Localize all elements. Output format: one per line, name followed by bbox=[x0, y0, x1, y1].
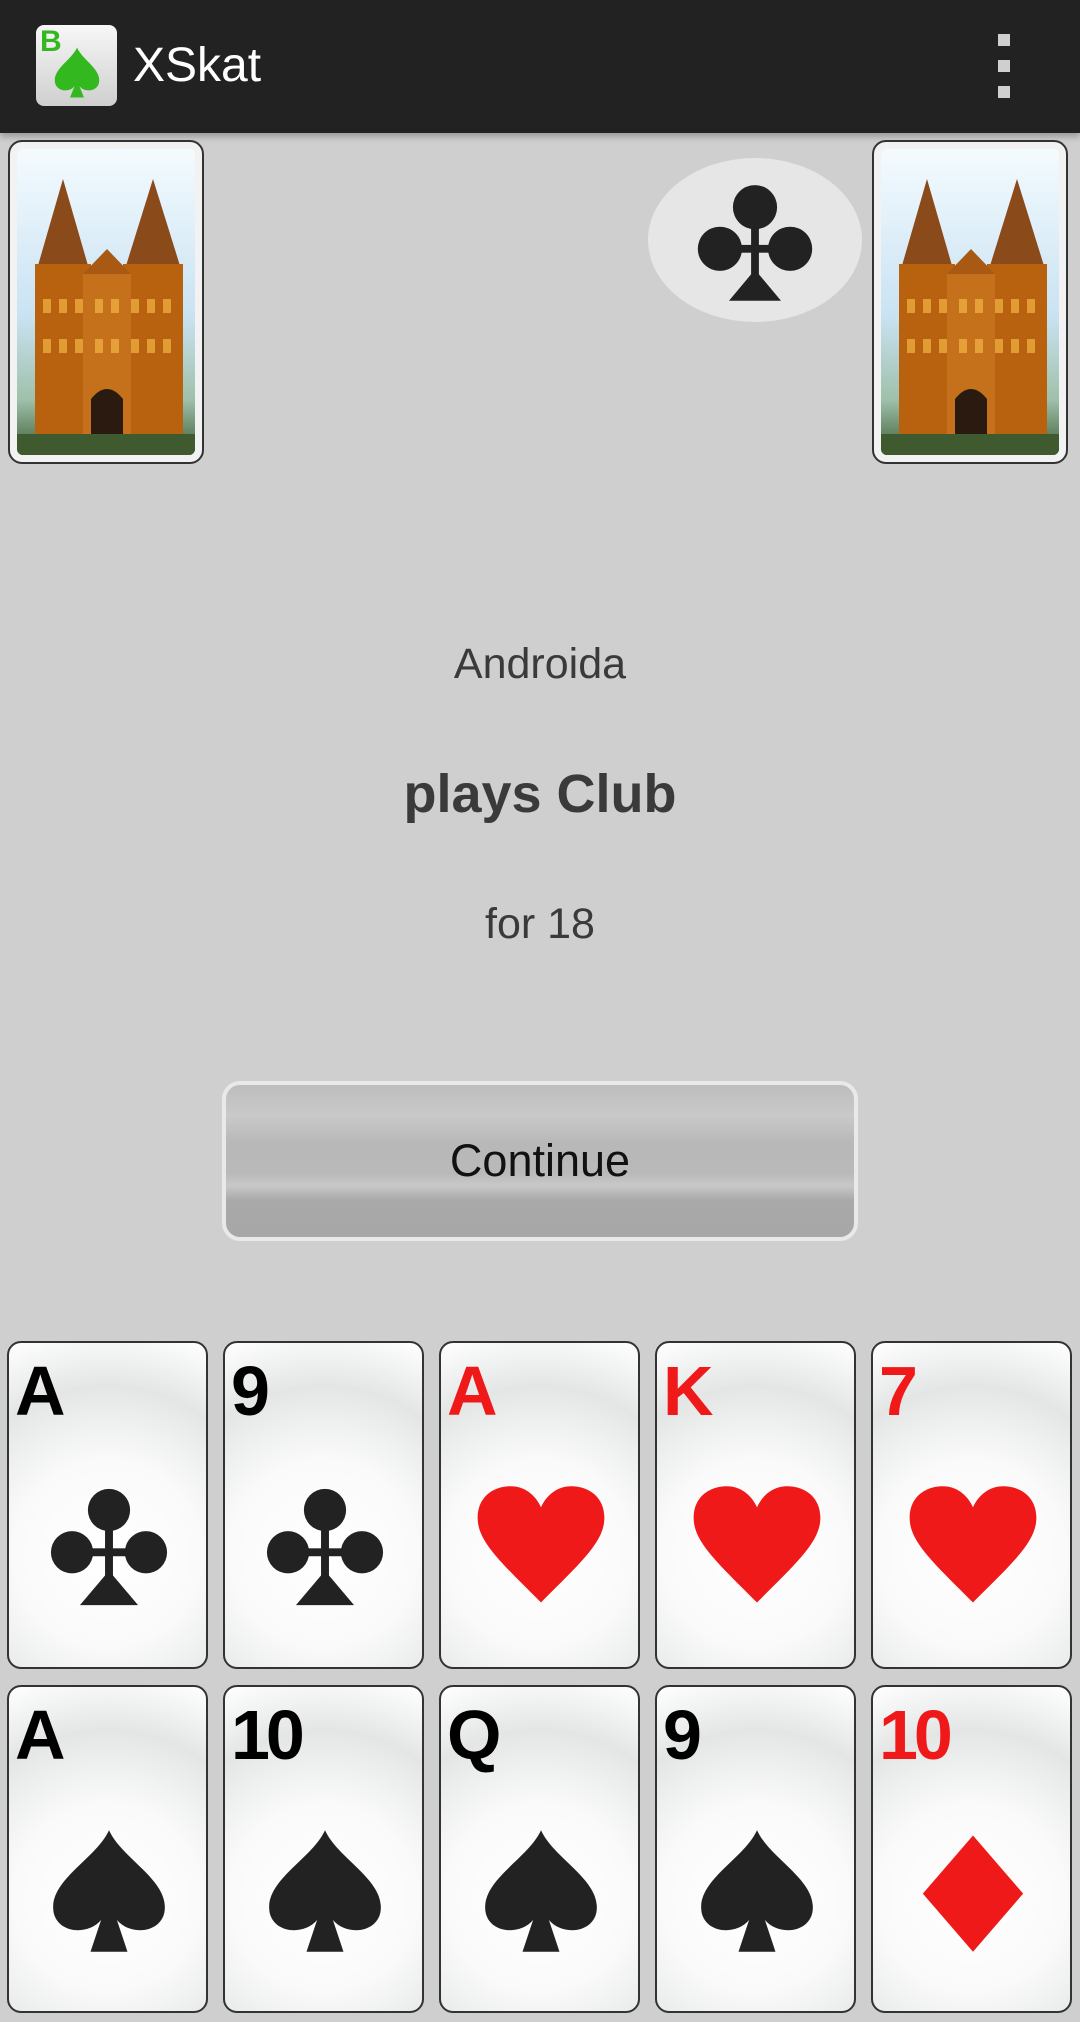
hand-card[interactable]: A bbox=[439, 1341, 640, 1669]
more-vert-icon[interactable] bbox=[985, 34, 1023, 98]
heart-icon bbox=[909, 1486, 1037, 1603]
card-rank: 9 bbox=[663, 1696, 702, 1774]
holstentor-image bbox=[881, 149, 1059, 455]
card-rank: A bbox=[15, 1352, 66, 1430]
card-rank: A bbox=[447, 1352, 498, 1430]
diamond-icon bbox=[922, 1835, 1024, 1952]
hand-card[interactable]: K bbox=[655, 1341, 856, 1669]
spade-icon bbox=[701, 1830, 813, 1952]
hand-card[interactable]: Q bbox=[439, 1685, 640, 2013]
action-bar: B XSkat bbox=[0, 0, 1080, 133]
card-rank: Q bbox=[447, 1696, 501, 1774]
spade-icon bbox=[269, 1830, 381, 1952]
hand-card[interactable]: 10 bbox=[223, 1685, 424, 2013]
card-rank: K bbox=[663, 1352, 714, 1430]
spade-icon bbox=[54, 47, 100, 98]
left-opponent-card-back bbox=[8, 140, 204, 464]
holstentor-image bbox=[17, 149, 195, 455]
card-rank: 7 bbox=[879, 1352, 918, 1430]
card-rank: 10 bbox=[231, 1696, 305, 1774]
bid-value-text: for 18 bbox=[485, 900, 595, 948]
heart-icon bbox=[693, 1486, 821, 1603]
hand-card[interactable]: A bbox=[7, 1341, 208, 1669]
game-screen: B XSkat Androida plays Club for 18 Conti… bbox=[0, 0, 1080, 2022]
spade-icon bbox=[53, 1830, 165, 1952]
continue-button[interactable]: Continue bbox=[222, 1081, 858, 1241]
heart-icon bbox=[477, 1486, 605, 1603]
spade-icon bbox=[485, 1830, 597, 1952]
hand-card[interactable]: 9 bbox=[655, 1685, 856, 2013]
trump-suit-indicator bbox=[648, 158, 862, 322]
xskat-app-icon: B bbox=[36, 25, 117, 106]
right-opponent-card-back bbox=[872, 140, 1068, 464]
hand-card[interactable]: 7 bbox=[871, 1341, 1072, 1669]
card-rank: A bbox=[15, 1696, 66, 1774]
card-rank: 10 bbox=[879, 1696, 953, 1774]
card-rank: 9 bbox=[231, 1352, 270, 1430]
club-icon bbox=[697, 185, 813, 301]
app-title: XSkat bbox=[133, 39, 262, 92]
hand-card[interactable]: A bbox=[7, 1685, 208, 2013]
game-type-text: plays Club bbox=[403, 764, 677, 824]
hand-card[interactable]: 10 bbox=[871, 1685, 1072, 2013]
hand-card[interactable]: 9 bbox=[223, 1341, 424, 1669]
club-icon bbox=[266, 1488, 384, 1606]
declarer-name: Androida bbox=[453, 640, 627, 688]
club-icon bbox=[50, 1488, 168, 1606]
